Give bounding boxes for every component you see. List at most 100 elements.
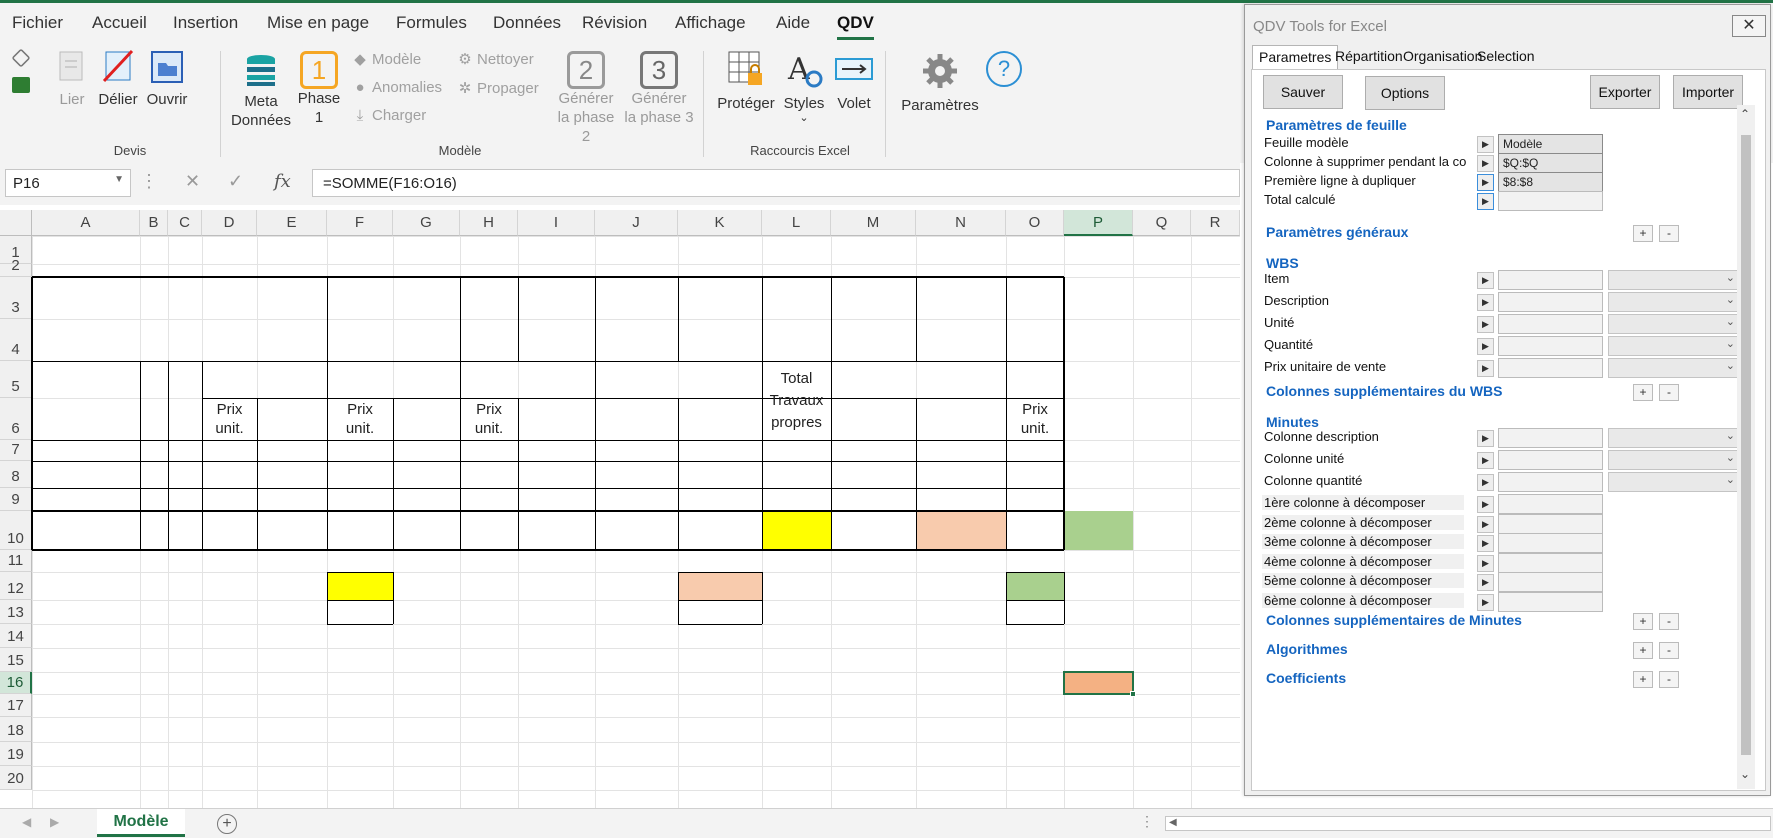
column-header-B[interactable]: B xyxy=(140,210,168,236)
column-header-J[interactable]: J xyxy=(595,210,678,236)
ct-fc-label[interactable] xyxy=(762,600,916,624)
st-fs-label[interactable] xyxy=(460,624,595,648)
st-fc-pct[interactable] xyxy=(595,600,678,624)
select-range-arrow-icon[interactable]: ▶ xyxy=(1477,360,1494,377)
row-header-20[interactable]: 20 xyxy=(0,766,32,790)
field-dropdown[interactable]: ⌄ xyxy=(1608,336,1740,356)
field-input[interactable] xyxy=(1498,572,1603,593)
tab-splitter-icon[interactable]: ⋮ xyxy=(1140,813,1154,830)
select-range-arrow-icon[interactable]: ▶ xyxy=(1477,316,1494,333)
field-input[interactable] xyxy=(1498,336,1603,356)
column-header-F[interactable]: F xyxy=(327,210,393,236)
field-input[interactable]: $8:$8 xyxy=(1498,172,1603,192)
header-total-travaux[interactable]: Total Travaux propres xyxy=(762,361,831,440)
phase1-button[interactable]: 1 Phase 1 xyxy=(296,51,342,127)
sheet-title[interactable] xyxy=(32,236,1064,264)
field-input[interactable] xyxy=(1498,494,1603,514)
name-box[interactable]: P16 ▼ xyxy=(5,169,131,197)
ribbon-tab-4[interactable]: Formules xyxy=(396,13,467,33)
column-header-N[interactable]: N xyxy=(916,210,1006,236)
tp-fc-pct[interactable] xyxy=(257,600,327,624)
totaux-i[interactable] xyxy=(518,511,595,550)
ct-pb-label[interactable] xyxy=(762,648,916,672)
expand-algorithmes-button[interactable]: + xyxy=(1633,642,1653,659)
field-dropdown[interactable]: ⌄ xyxy=(1608,270,1740,290)
select-range-arrow-icon[interactable]: ▶ xyxy=(1477,574,1494,592)
row-header-18[interactable]: 18 xyxy=(0,717,32,742)
section-feuille[interactable]: Paramètres de feuille xyxy=(1266,117,1407,133)
delier-button[interactable]: Délier xyxy=(98,49,138,109)
column-header-C[interactable]: C xyxy=(168,210,202,236)
section-algorithmes[interactable]: Algorithmes xyxy=(1266,641,1348,657)
row-header-10[interactable]: 10 xyxy=(0,511,32,550)
arrondi-value[interactable] xyxy=(1064,694,1133,717)
st-fc[interactable] xyxy=(678,600,762,624)
field-input[interactable] xyxy=(1498,552,1603,573)
section-generaux[interactable]: Paramètres généraux xyxy=(1266,224,1408,240)
ribbon-tab-5[interactable]: Données xyxy=(493,13,561,33)
select-range-arrow-icon[interactable]: ▶ xyxy=(1477,136,1494,153)
totaux-label[interactable] xyxy=(32,511,168,550)
select-range-arrow-icon[interactable]: ▶ xyxy=(1477,554,1494,572)
anomalies-button[interactable]: ● Anomalies xyxy=(352,79,442,96)
header-prix-unit[interactable] xyxy=(831,398,916,440)
ribbon-tab-2[interactable]: Insertion xyxy=(173,13,238,33)
select-range-arrow-icon[interactable]: ▶ xyxy=(1477,430,1494,447)
select-range-arrow-icon[interactable]: ▶ xyxy=(1477,155,1494,172)
ct-fs-label[interactable] xyxy=(762,624,916,648)
row-header-11[interactable]: 11 xyxy=(0,550,32,572)
column-header-P[interactable]: P xyxy=(1064,210,1133,236)
field-dropdown[interactable]: ⌄ xyxy=(1608,450,1740,470)
field-input[interactable] xyxy=(1498,513,1603,534)
ribbon-tab-7[interactable]: Affichage xyxy=(675,13,746,33)
row-header-8[interactable]: 8 xyxy=(0,461,32,488)
section-col_minutes[interactable]: Colonnes supplémentaires de Minutes xyxy=(1266,612,1522,628)
row-header-6[interactable]: 6 xyxy=(0,398,32,440)
header-total[interactable] xyxy=(916,398,1006,440)
ct-pb[interactable] xyxy=(1006,648,1064,672)
options-button[interactable]: Options xyxy=(1365,76,1445,110)
ct-fs-pct[interactable] xyxy=(916,624,1006,648)
header-prix-unit[interactable]: Prix unit. xyxy=(460,398,518,440)
field-dropdown[interactable]: ⌄ xyxy=(1608,292,1740,312)
select-range-arrow-icon[interactable]: ▶ xyxy=(1477,272,1494,289)
expand-col_minutes-button[interactable]: + xyxy=(1633,613,1653,630)
no-prix-label[interactable] xyxy=(32,277,168,319)
insert-function-icon[interactable]: fx xyxy=(274,171,291,192)
header-qte[interactable] xyxy=(168,361,202,440)
pv-tp[interactable] xyxy=(327,672,393,694)
row-header-14[interactable]: 14 xyxy=(0,624,32,648)
propager-button[interactable]: ✲ Propager xyxy=(457,79,539,97)
header-total[interactable] xyxy=(678,398,762,440)
totaux-d[interactable] xyxy=(202,511,257,550)
parametres-button[interactable]: Paramètres xyxy=(896,51,984,115)
totaux-n[interactable] xyxy=(916,511,1006,550)
row-header-7[interactable]: 7 xyxy=(0,440,32,461)
pv-ct[interactable] xyxy=(1006,672,1064,694)
column-header-R[interactable]: R xyxy=(1191,210,1240,236)
totaux-f[interactable] xyxy=(327,511,393,550)
confirm-icon[interactable]: ✓ xyxy=(228,171,243,192)
ct-total[interactable] xyxy=(1006,572,1064,600)
volet-button[interactable]: Volet xyxy=(830,49,878,113)
qdv-green-icon[interactable] xyxy=(12,77,30,93)
generer-phase3-button[interactable]: 3 Générer la phase 3 xyxy=(624,51,694,127)
proteger-button[interactable]: Protéger xyxy=(714,49,778,113)
select-range-arrow-icon[interactable]: ▶ xyxy=(1477,594,1494,611)
header-st[interactable] xyxy=(1191,398,1240,440)
section-wbs[interactable]: WBS xyxy=(1266,255,1299,271)
prix-vente-label[interactable] xyxy=(32,672,202,694)
row-header-5[interactable]: 5 xyxy=(0,361,32,398)
totaux-l[interactable] xyxy=(762,511,831,550)
row-header-4[interactable]: 4 xyxy=(0,319,32,361)
row-header-17[interactable]: 17 xyxy=(0,694,32,717)
tp-fs-pct[interactable] xyxy=(257,624,327,648)
header-u[interactable] xyxy=(140,361,168,440)
st-pb[interactable] xyxy=(678,648,762,672)
expand-generaux-button[interactable]: + xyxy=(1633,225,1653,242)
row-header-13[interactable]: 13 xyxy=(0,600,32,624)
row8-h[interactable] xyxy=(460,461,518,488)
column-header-E[interactable]: E xyxy=(257,210,327,236)
select-range-arrow-icon[interactable]: ▶ xyxy=(1477,474,1494,491)
field-input[interactable] xyxy=(1498,450,1603,470)
